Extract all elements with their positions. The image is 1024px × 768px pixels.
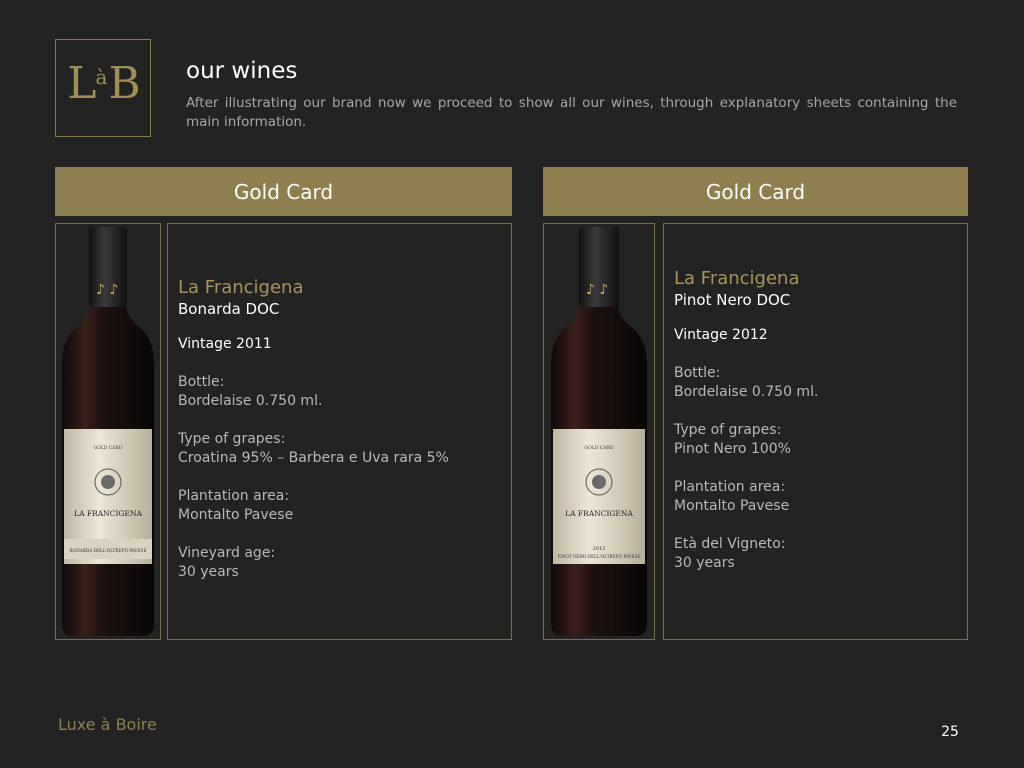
- svg-text:GOLD CARD: GOLD CARD: [94, 445, 123, 451]
- grapes-value: Croatina 95% – Barbera e Uva rara 5%: [178, 450, 449, 466]
- age-value: 30 years: [178, 564, 239, 580]
- svg-text:GOLD CARD: GOLD CARD: [585, 445, 614, 451]
- grapes-label: Type of grapes:: [178, 431, 286, 447]
- wine-bottle-image: ♪ ♪ GOLD CARD LA FRANCIGENA 2012 PINOT N…: [551, 227, 647, 636]
- area-value: Montalto Pavese: [674, 498, 790, 514]
- card-2-banner: Gold Card: [543, 167, 968, 216]
- svg-text:2012: 2012: [593, 546, 606, 552]
- bottle-label: Bottle:: [674, 365, 721, 381]
- age-label: Vineyard age:: [178, 545, 276, 561]
- page-number: 25: [941, 724, 959, 740]
- wine-type: Bonarda DOC: [178, 300, 280, 318]
- wine-bottle-image: ♪ ♪ GOLD CARD LA FRANCIGENA BONARDA DELL…: [62, 227, 154, 636]
- card-2-info-panel: La Francigena Pinot Nero DOC Vintage 201…: [663, 223, 968, 640]
- svg-text:♪ ♪: ♪ ♪: [96, 282, 118, 298]
- page-title: our wines: [186, 58, 298, 84]
- area-label: Plantation area:: [674, 479, 786, 495]
- bottle-value: Bordelaise 0.750 ml.: [178, 393, 323, 409]
- svg-text:PINOT NERO DELL'OLTREPÒ PAVESE: PINOT NERO DELL'OLTREPÒ PAVESE: [557, 554, 640, 559]
- svg-text:LA FRANCIGENA: LA FRANCIGENA: [74, 509, 142, 518]
- wine-vintage: Vintage 2011: [178, 336, 272, 352]
- wine-type: Pinot Nero DOC: [674, 291, 791, 309]
- area-value: Montalto Pavese: [178, 507, 294, 523]
- card-1-banner: Gold Card: [55, 167, 512, 216]
- brand-logo: LàB: [55, 39, 151, 137]
- age-value: 30 years: [674, 555, 735, 571]
- svg-text:♪ ♪: ♪ ♪: [586, 282, 608, 298]
- card-1-info-panel: La Francigena Bonarda DOC Vintage 2011 B…: [167, 223, 512, 640]
- age-label: Età del Vigneto:: [674, 536, 786, 552]
- area-label: Plantation area:: [178, 488, 290, 504]
- wine-vintage: Vintage 2012: [674, 327, 768, 343]
- grapes-value: Pinot Nero 100%: [674, 441, 791, 457]
- wine-name: La Francigena: [178, 277, 304, 298]
- logo-monogram: LàB: [67, 58, 141, 109]
- card-2-bottle-panel: ♪ ♪ GOLD CARD LA FRANCIGENA 2012 PINOT N…: [543, 223, 655, 640]
- bottle-value: Bordelaise 0.750 ml.: [674, 384, 819, 400]
- card-1-bottle-panel: ♪ ♪ GOLD CARD LA FRANCIGENA BONARDA DELL…: [55, 223, 161, 640]
- svg-text:BONARDA DELL'OLTREPÒ PAVESE: BONARDA DELL'OLTREPÒ PAVESE: [70, 548, 147, 553]
- wine-name: La Francigena: [674, 268, 800, 289]
- svg-text:LA FRANCIGENA: LA FRANCIGENA: [565, 509, 633, 518]
- bottle-label: Bottle:: [178, 374, 225, 390]
- footer-brand: Luxe à Boire: [58, 715, 157, 734]
- page-intro: After illustrating our brand now we proc…: [186, 95, 957, 130]
- grapes-label: Type of grapes:: [674, 422, 782, 438]
